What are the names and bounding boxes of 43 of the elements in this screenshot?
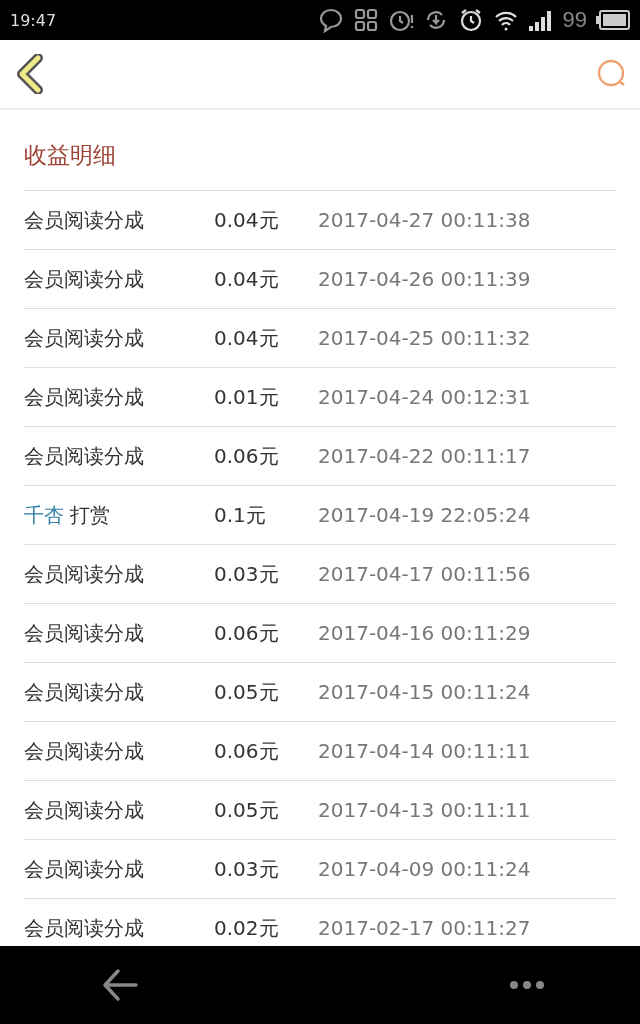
entry-time: 2017-04-09 00:11:24 [318, 857, 531, 881]
entry-type: 会员阅读分成 [24, 856, 144, 881]
entry-amount: 0.05元 [214, 678, 280, 706]
entry-time: 2017-04-27 00:11:38 [318, 208, 531, 232]
entry-amount: 0.02元 [214, 914, 280, 942]
entry-type: 会员阅读分成 [24, 384, 144, 409]
entry-amount: 0.05元 [214, 796, 280, 824]
entry-type: 会员阅读分成 [24, 266, 144, 291]
entry-time: 2017-04-14 00:11:11 [318, 739, 531, 763]
entry-time: 2017-04-22 00:11:17 [318, 444, 531, 468]
user-link[interactable]: 千杏 [24, 502, 64, 527]
entry-type: 会员阅读分成 [24, 325, 144, 350]
entry-amount: 0.06元 [214, 737, 280, 765]
entry-amount: 0.03元 [214, 560, 280, 588]
entry-time: 2017-04-19 22:05:24 [318, 503, 531, 527]
entry-type: 会员阅读分成 [24, 915, 144, 940]
entry-amount: 0.03元 [214, 855, 280, 883]
entry-time: 2017-04-13 00:11:11 [318, 798, 531, 822]
entry-amount: 0.04元 [214, 324, 280, 352]
entry-time: 2017-04-16 00:11:29 [318, 621, 531, 645]
entry-amount: 0.04元 [214, 265, 280, 293]
entry-type: 会员阅读分成 [24, 738, 144, 763]
entry-type: 会员阅读分成 [24, 679, 144, 704]
entry-time: 2017-04-25 00:11:32 [318, 326, 531, 350]
entry-type: 会员阅读分成 [24, 443, 144, 468]
entry-time: 2017-04-17 00:11:56 [318, 562, 531, 586]
battery-level: 99 [562, 7, 587, 33]
entry-time: 2017-04-26 00:11:39 [318, 267, 531, 291]
entry-type: 会员阅读分成 [24, 561, 144, 586]
entry-amount: 0.06元 [214, 442, 280, 470]
entry-amount: 0.01元 [214, 383, 280, 411]
entry-type: 会员阅读分成 [24, 207, 144, 232]
entry-type: 会员阅读分成 [24, 797, 144, 822]
entry-amount: 0.06元 [214, 619, 280, 647]
entry-time: 2017-04-15 00:11:24 [318, 680, 531, 704]
entry-time: 2017-02-17 00:11:27 [318, 916, 531, 940]
entry-time: 2017-04-24 00:12:31 [318, 385, 531, 409]
entry-amount: 0.04元 [214, 206, 280, 234]
entry-type: 打赏 [70, 502, 111, 527]
entry-type: 会员阅读分成 [24, 620, 144, 645]
entry-amount: 0.1元 [214, 501, 267, 529]
section-title: 收益明细 [24, 110, 616, 191]
status-time: 19:47 [10, 10, 57, 30]
